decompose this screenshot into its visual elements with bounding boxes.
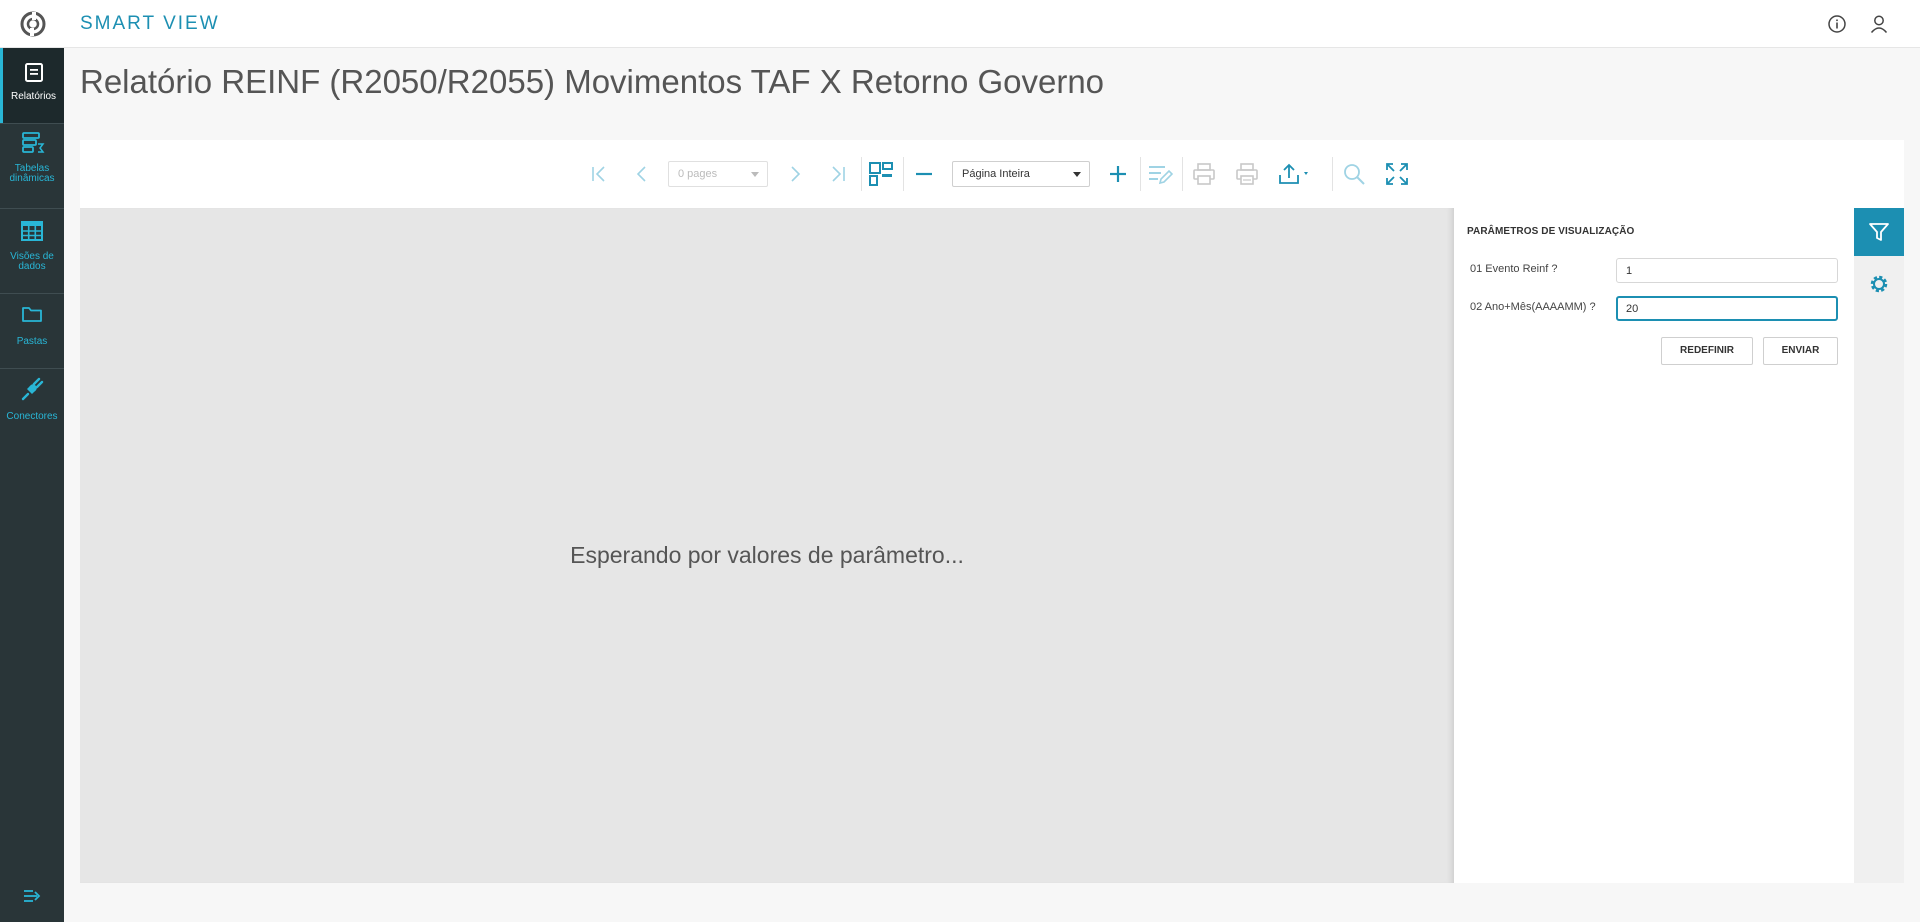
sidebar-item-label: Relatórios xyxy=(10,91,57,102)
divider xyxy=(1332,157,1333,191)
page-title: Relatório REINF (R2050/R2055) Movimentos… xyxy=(80,63,1105,100)
app-brand: SMART VIEW xyxy=(80,13,220,34)
divider xyxy=(0,123,64,124)
sidebar: Relatórios Tabelas dinâmicas Visões de d… xyxy=(0,48,64,922)
print-icon[interactable] xyxy=(1190,160,1218,188)
param-input-ano-mes[interactable] xyxy=(1616,296,1838,321)
page-select-value: 0 pages xyxy=(678,168,718,180)
filter-icon xyxy=(1869,223,1889,241)
parameters-panel: PARÂMETROS DE VISUALIZAÇÃO 01 Evento Rei… xyxy=(1454,208,1854,883)
zoom-out-icon[interactable] xyxy=(910,160,938,188)
zoom-select-value: Página Inteira xyxy=(962,168,1030,180)
reset-button[interactable]: REDEFINIR xyxy=(1661,337,1753,365)
sidebar-item-label: Pastas xyxy=(16,336,48,347)
search-icon[interactable] xyxy=(1340,160,1368,188)
gear-icon xyxy=(1870,275,1888,293)
viewer-toolbar: 0 pages Página Inteira xyxy=(80,140,1904,208)
last-page-icon[interactable] xyxy=(824,160,852,188)
chevron-down-icon xyxy=(751,172,759,177)
logo-icon[interactable] xyxy=(20,11,46,37)
top-header: SMART VIEW xyxy=(0,0,1920,48)
plug-icon xyxy=(21,377,44,401)
divider xyxy=(1140,157,1141,191)
next-page-icon[interactable] xyxy=(781,160,809,188)
waiting-message: Esperando por valores de parâmetro... xyxy=(570,542,964,568)
sidebar-item-label: Visões de dados xyxy=(10,251,54,272)
report-viewer: 0 pages Página Inteira Esperando por val… xyxy=(80,140,1904,883)
fullscreen-icon[interactable] xyxy=(1383,160,1411,188)
collapse-menu-icon[interactable] xyxy=(22,888,42,904)
submit-button[interactable]: ENVIAR xyxy=(1763,337,1838,365)
folder-icon xyxy=(22,307,42,322)
first-page-icon[interactable] xyxy=(585,160,613,188)
multipage-icon[interactable] xyxy=(867,160,895,188)
divider xyxy=(0,293,64,294)
prev-page-icon[interactable] xyxy=(628,160,656,188)
chevron-down-icon xyxy=(1073,172,1081,177)
zoom-select[interactable]: Página Inteira xyxy=(952,161,1090,187)
sidebar-item-tabelas-dinamicas[interactable]: Tabelas dinâmicas xyxy=(0,130,64,205)
export-icon[interactable] xyxy=(1276,160,1316,188)
param-label-evento-reinf: 01 Evento Reinf ? xyxy=(1470,263,1558,275)
print-pdf-icon[interactable] xyxy=(1233,160,1261,188)
sidebar-item-conectores[interactable]: Conectores xyxy=(0,376,64,451)
divider xyxy=(0,368,64,369)
parameters-title: PARÂMETROS DE VISUALIZAÇÃO xyxy=(1467,226,1635,237)
pivot-table-icon xyxy=(22,132,45,153)
sidebar-item-visoes-de-dados[interactable]: Visões de dados xyxy=(0,218,64,293)
data-grid-icon xyxy=(21,221,43,241)
page-select[interactable]: 0 pages xyxy=(668,161,768,187)
user-icon[interactable] xyxy=(1868,13,1890,35)
sidebar-item-pastas[interactable]: Pastas xyxy=(0,301,64,371)
info-icon[interactable] xyxy=(1826,13,1848,35)
divider xyxy=(0,208,64,209)
zoom-in-icon[interactable] xyxy=(1104,160,1132,188)
sidebar-item-label: Tabelas dinâmicas xyxy=(9,163,55,184)
tab-settings[interactable] xyxy=(1854,264,1904,304)
sidebar-item-label: Conectores xyxy=(6,411,58,422)
tab-filter[interactable] xyxy=(1854,208,1904,256)
divider xyxy=(1182,157,1183,191)
divider xyxy=(861,157,862,191)
sidebar-item-relatorios[interactable]: Relatórios xyxy=(0,48,64,123)
side-tabs xyxy=(1854,208,1904,883)
edit-design-icon[interactable] xyxy=(1146,160,1174,188)
report-icon xyxy=(24,63,43,82)
param-input-evento-reinf[interactable] xyxy=(1616,258,1838,283)
param-label-ano-mes: 02 Ano+Mês(AAAAMM) ? xyxy=(1470,301,1596,313)
divider xyxy=(903,157,904,191)
report-canvas: Esperando por valores de parâmetro... xyxy=(80,208,1454,883)
